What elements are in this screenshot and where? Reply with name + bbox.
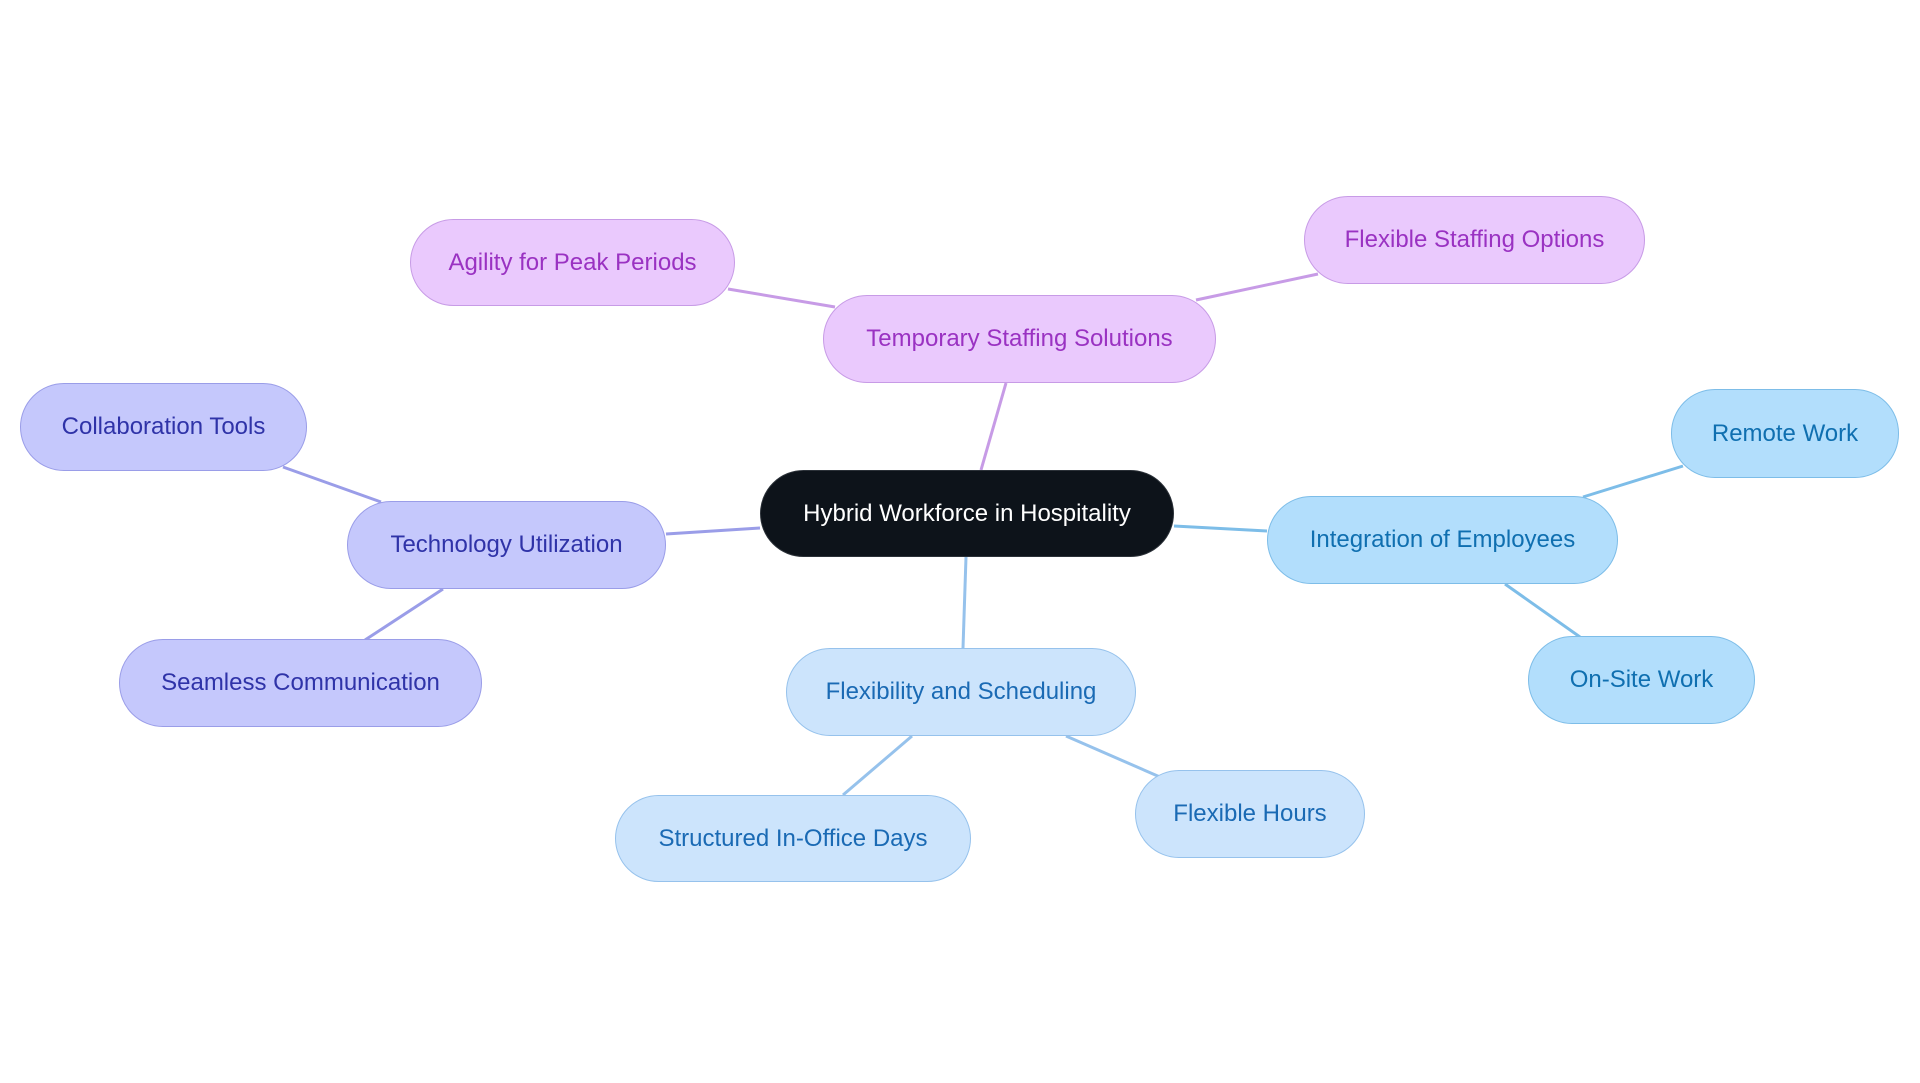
leaf-label: Seamless Communication	[161, 669, 440, 696]
leaf-label: Collaboration Tools	[61, 413, 266, 440]
root-node[interactable]: Hybrid Workforce in Hospitality	[760, 470, 1174, 557]
edge-root-flexibility-scheduling	[961, 556, 968, 649]
edge-temporary-agility	[727, 287, 836, 309]
leaf-on-site-work[interactable]: On-Site Work	[1528, 636, 1755, 724]
leaf-label: Agility for Peak Periods	[448, 248, 697, 276]
leaf-label: Flexible Staffing Options	[1344, 226, 1605, 253]
leaf-label: Flexible Hours	[1173, 800, 1327, 827]
leaf-label: Structured In-Office Days	[658, 824, 928, 852]
edge-flexibility-structured	[842, 734, 913, 797]
leaf-seamless-communication[interactable]: Seamless Communication	[119, 639, 482, 727]
branch-label: Integration of Employees	[1309, 526, 1576, 553]
edge-technology-collaboration	[282, 465, 382, 504]
leaf-flexible-staffing-options[interactable]: Flexible Staffing Options	[1304, 196, 1645, 284]
edge-integration-onsite	[1504, 582, 1581, 639]
edge-root-technology-utilization	[665, 526, 761, 536]
branch-flexibility-and-scheduling[interactable]: Flexibility and Scheduling	[786, 648, 1136, 736]
edge-temporary-flexible-staffing	[1195, 272, 1319, 302]
leaf-label: Remote Work	[1711, 419, 1859, 447]
branch-technology-utilization[interactable]: Technology Utilization	[347, 501, 666, 589]
branch-temporary-staffing-solutions[interactable]: Temporary Staffing Solutions	[823, 295, 1216, 383]
leaf-collaboration-tools[interactable]: Collaboration Tools	[20, 383, 307, 471]
leaf-flexible-hours[interactable]: Flexible Hours	[1135, 770, 1365, 858]
branch-label: Flexibility and Scheduling	[825, 678, 1097, 705]
leaf-structured-in-office-days[interactable]: Structured In-Office Days	[615, 795, 971, 882]
edge-technology-seamless	[364, 587, 444, 642]
edge-root-temporary-staffing	[979, 382, 1008, 471]
branch-integration-of-employees[interactable]: Integration of Employees	[1267, 496, 1618, 584]
edge-flexibility-flexible-hours	[1065, 734, 1161, 779]
edge-integration-remote	[1582, 464, 1684, 499]
leaf-label: On-Site Work	[1569, 666, 1714, 693]
root-node-label: Hybrid Workforce in Hospitality	[803, 499, 1131, 527]
branch-label: Technology Utilization	[390, 531, 623, 558]
leaf-agility-for-peak-periods[interactable]: Agility for Peak Periods	[410, 219, 735, 306]
branch-label: Temporary Staffing Solutions	[866, 325, 1173, 352]
leaf-remote-work[interactable]: Remote Work	[1671, 389, 1899, 478]
edge-root-integration-employees	[1173, 524, 1268, 533]
